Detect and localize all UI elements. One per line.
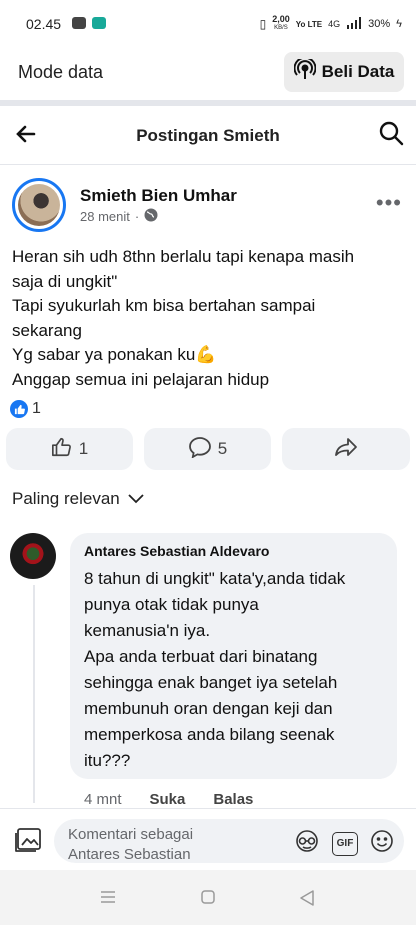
comment-bubble-icon xyxy=(188,436,212,463)
comment-meta: 4 mnt Suka Balas xyxy=(84,791,253,808)
post-actions: 1 5 xyxy=(0,428,416,472)
comment-line: membunuh oran dengan keji dan xyxy=(84,699,333,718)
notification-icon xyxy=(72,17,86,29)
like-reaction-icon xyxy=(10,400,28,418)
post-header: Postingan Smieth xyxy=(0,106,416,165)
comment-line: kemanusia'n iya. xyxy=(84,621,211,640)
post-line: sekarang xyxy=(12,320,82,340)
reaction-summary[interactable]: 1 xyxy=(10,400,41,418)
comment-like-link[interactable]: Suka xyxy=(150,791,186,808)
data-mode-label: Mode data xyxy=(18,62,104,82)
post-line: saja di ungkit" xyxy=(12,271,118,291)
status-bar: 02.45 ▯ 2,00 KB/S Yo LTE 4G 30% ϟ xyxy=(0,0,416,48)
chevron-down-icon xyxy=(128,489,144,509)
comment-author[interactable]: Antares Sebastian Aldevaro xyxy=(84,543,269,559)
share-button[interactable] xyxy=(282,428,410,470)
comment-line: sehingga enak banget iya setelah xyxy=(84,673,338,692)
comment-sort-dropdown[interactable]: Paling relevan xyxy=(12,489,144,509)
post-line: Yg sabar ya ponakan ku💪 xyxy=(12,345,217,364)
photo-icon[interactable] xyxy=(14,827,42,858)
globe-icon xyxy=(144,208,158,225)
search-icon[interactable] xyxy=(378,120,404,151)
battery-level: 30% xyxy=(368,18,391,30)
broadcast-icon xyxy=(293,56,317,86)
status-right: ▯ 2,00 KB/S Yo LTE 4G 30% ϟ xyxy=(260,15,402,33)
gif-icon[interactable]: GIF xyxy=(332,831,358,856)
post-line: Anggap semua ini pelajaran hidup xyxy=(12,369,270,389)
sort-label: Paling relevan xyxy=(12,489,120,508)
app-notification-icon xyxy=(92,17,106,29)
share-arrow-icon xyxy=(334,436,358,463)
comment-reply-link[interactable]: Balas xyxy=(213,791,253,808)
volte-label: Yo LTE xyxy=(295,19,323,29)
thumbs-up-icon xyxy=(51,436,73,463)
emoji-icon[interactable] xyxy=(370,829,394,858)
charging-icon: ϟ xyxy=(396,18,402,30)
back-nav-icon[interactable] xyxy=(300,890,314,911)
signal-icon xyxy=(346,16,362,32)
comment-line: 8 tahun di ungkit" kata'y,anda tidak xyxy=(84,569,346,588)
avatar-sticker-icon[interactable] xyxy=(294,829,320,858)
comment-input-placeholder: Komentari sebagai Antares Sebastian xyxy=(68,826,194,863)
post-line: Tapi syukurlah km bisa bertahan sampai xyxy=(12,296,316,315)
comment-button[interactable]: 5 xyxy=(144,428,271,470)
buy-data-label: Beli Data xyxy=(321,62,395,81)
comment-body: 8 tahun di ungkit" kata'y,anda tidak pun… xyxy=(84,566,384,774)
system-nav-bar xyxy=(0,870,416,925)
comment-line: punya otak tidak punya xyxy=(84,595,259,614)
comment-composer: Komentari sebagai Antares Sebastian GIF xyxy=(0,808,416,871)
data-mode-bar: Mode data Beli Data xyxy=(0,48,416,100)
post-time[interactable]: 28 menit xyxy=(80,209,130,224)
comment-count: 5 xyxy=(217,439,228,458)
comment-input[interactable]: Komentari sebagai Antares Sebastian GIF xyxy=(54,819,404,863)
commenter-avatar[interactable] xyxy=(10,533,56,579)
post-line: Heran sih udh 8thn berlalu tapi kenapa m… xyxy=(12,247,355,266)
network-speed-unit: KB/S xyxy=(274,25,288,31)
comment-line: itu??? xyxy=(84,751,131,770)
reaction-count: 1 xyxy=(32,400,41,417)
post-author[interactable]: Smieth Bien Umhar xyxy=(80,186,237,206)
post-body: Heran sih udh 8thn berlalu tapi kenapa m… xyxy=(12,245,407,392)
buy-data-button[interactable]: Beli Data xyxy=(284,52,404,92)
more-options-icon[interactable]: ••• xyxy=(376,190,402,216)
post-meta: 28 menit · xyxy=(80,208,158,225)
like-button[interactable]: 1 xyxy=(6,428,133,470)
network-type: 4G xyxy=(328,19,341,29)
like-count: 1 xyxy=(78,439,89,458)
comment-line: Apa anda terbuat dari binatang xyxy=(84,647,318,666)
status-time: 02.45 xyxy=(26,16,62,32)
author-avatar[interactable] xyxy=(12,178,66,232)
menu-nav-icon[interactable] xyxy=(100,890,116,909)
vibrate-icon: ▯ xyxy=(259,17,267,31)
comment-line: memperkosa anda bilang seenak xyxy=(84,725,335,744)
network-speed: 2,00 xyxy=(272,14,290,24)
comment-time: 4 mnt xyxy=(84,791,122,808)
thread-line xyxy=(33,585,35,803)
page-title: Postingan Smieth xyxy=(136,126,280,145)
composer-icons: GIF xyxy=(294,829,394,858)
home-nav-icon[interactable] xyxy=(201,890,215,909)
